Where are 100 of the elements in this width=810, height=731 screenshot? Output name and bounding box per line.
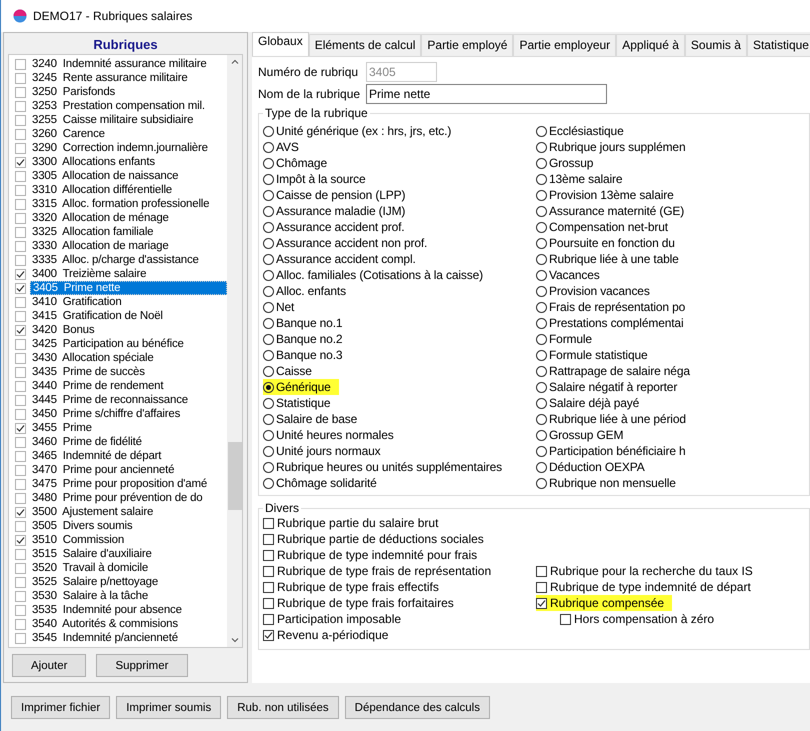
radio-button[interactable] [263,446,274,456]
list-item[interactable]: 3250 Parisfonds [9,85,227,99]
list-item[interactable]: 3240 Indemnité assurance militaire [9,57,227,71]
checkbox[interactable] [263,630,274,640]
list-item[interactable]: 3255 Caisse militaire subsidiaire [9,113,227,127]
radio-button[interactable] [263,366,274,376]
radio-button[interactable] [536,398,547,408]
list-item[interactable]: 3525 Salaire p/nettoyage [9,575,227,589]
list-item[interactable]: 3420 Bonus [9,323,227,337]
radio-button[interactable] [263,126,274,136]
tab[interactable]: Statistique [746,34,810,56]
radio-button[interactable] [536,142,547,152]
radio-button[interactable] [263,414,274,424]
radio-button[interactable] [263,238,274,248]
radio-button[interactable] [536,478,547,488]
checkbox[interactable] [15,198,26,210]
checkbox[interactable] [15,184,26,196]
list-item[interactable]: 3475 Prime pour proposition d'amé [9,477,227,491]
checkbox[interactable] [15,590,26,602]
radio-button[interactable] [263,174,274,184]
radio-button[interactable] [536,222,547,232]
list-item[interactable]: 3450 Prime s/chiffre d'affaires [9,407,227,421]
button[interactable]: Imprimer soumis [116,696,222,719]
list-item[interactable]: 3325 Allocation familiale [9,225,227,239]
checkbox[interactable] [263,534,274,544]
tab[interactable]: Eléments de calcul [308,34,422,56]
radio-button[interactable] [536,206,547,216]
list-item[interactable]: 3320 Allocation de ménage [9,211,227,225]
radio-button[interactable] [263,286,274,296]
radio-button[interactable] [536,430,547,440]
radio-button[interactable] [263,318,274,328]
checkbox[interactable] [263,550,274,560]
radio-button[interactable] [536,334,547,344]
list-item[interactable]: 3545 Indemnité p/ancienneté [9,631,227,645]
radio-button[interactable] [263,382,274,392]
checkbox[interactable] [15,114,26,126]
radio-button[interactable] [263,190,274,200]
radio-button[interactable] [263,334,274,344]
list-item[interactable]: 3315 Alloc. formation professionelle [9,197,227,211]
radio-button[interactable] [536,446,547,456]
list-item[interactable]: 3520 Travail à domicile [9,561,227,575]
list-item[interactable]: 3260 Carence [9,127,227,141]
list-item[interactable]: 3500 Ajustement salaire [9,505,227,519]
checkbox[interactable] [15,156,26,168]
radio-button[interactable] [536,366,547,376]
list-item[interactable]: 3440 Prime de rendement [9,379,227,393]
list-item[interactable]: 3335 Alloc. p/charge d'assistance [9,253,227,267]
radio-button[interactable] [536,462,547,472]
radio-button[interactable] [536,302,547,312]
checkbox[interactable] [15,324,26,336]
checkbox[interactable] [15,464,26,476]
list-item[interactable]: 3530 Salaire à la tâche [9,589,227,603]
radio-button[interactable] [263,350,274,360]
checkbox[interactable] [15,520,26,532]
button[interactable]: Dépendance des calculs [344,696,490,719]
checkbox[interactable] [15,506,26,518]
list-item[interactable]: 3540 Autorités & commisions [9,617,227,631]
checkbox[interactable] [15,576,26,588]
input-field[interactable]: Prime nette [366,84,607,104]
list-item[interactable]: 3480 Prime pour prévention de do [9,491,227,505]
checkbox[interactable] [15,366,26,378]
checkbox[interactable] [15,72,26,84]
checkbox[interactable] [15,310,26,322]
button[interactable]: Imprimer fichier [11,696,110,719]
checkbox[interactable] [15,100,26,112]
checkbox[interactable] [15,492,26,504]
list-item[interactable]: 3290 Correction indemn.journalière [9,141,227,155]
list-item[interactable]: 3425 Participation au bénéfice [9,337,227,351]
radio-button[interactable] [263,270,274,280]
checkbox[interactable] [15,352,26,364]
tab[interactable]: Partie employeur [513,34,616,56]
list-item[interactable]: 3455 Prime [9,421,227,435]
checkbox[interactable] [15,408,26,420]
list-item[interactable]: 3305 Allocation de naissance [9,169,227,183]
checkbox[interactable] [15,632,26,644]
tab[interactable]: Globaux [252,32,309,58]
radio-button[interactable] [536,174,547,184]
radio-button[interactable] [263,142,274,152]
list-item[interactable]: 3445 Prime de reconnaissance [9,393,227,407]
checkbox[interactable] [15,212,26,224]
checkbox[interactable] [15,240,26,252]
checkbox[interactable] [15,450,26,462]
radio-button[interactable] [536,190,547,200]
radio-button[interactable] [263,254,274,264]
checkbox[interactable] [536,598,547,608]
radio-button[interactable] [536,414,547,424]
list-item[interactable]: 3300 Allocations enfants [9,155,227,169]
radio-button[interactable] [263,302,274,312]
checkbox[interactable] [15,268,26,280]
radio-button[interactable] [263,430,274,440]
checkbox[interactable] [15,170,26,182]
scrollbar[interactable] [227,55,242,647]
checkbox[interactable] [15,548,26,560]
checkbox[interactable] [263,598,274,608]
radio-button[interactable] [536,158,547,168]
list-item[interactable]: 3470 Prime pour ancienneté [9,463,227,477]
radio-button[interactable] [536,254,547,264]
tab[interactable]: Partie employé [421,34,514,56]
checkbox[interactable] [15,436,26,448]
checkbox[interactable] [15,142,26,154]
